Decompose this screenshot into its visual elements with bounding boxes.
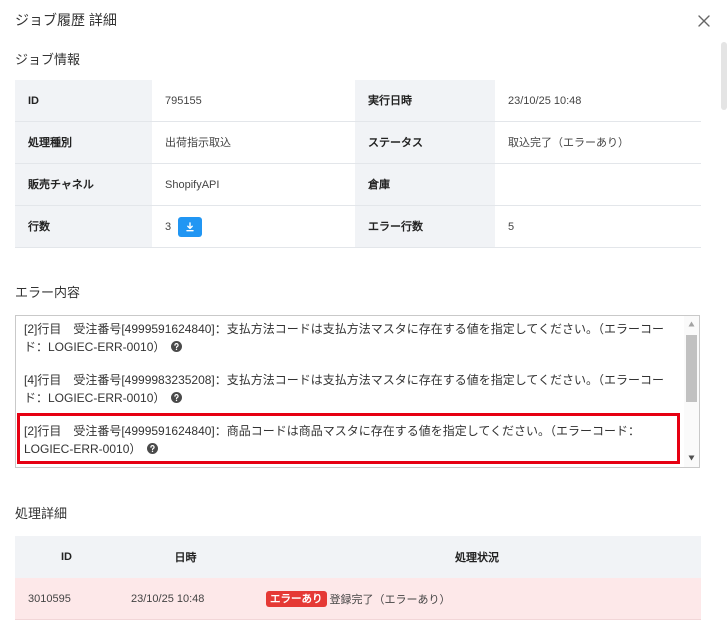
error-message: [2]行目 受注番号[4999591624840]：商品コードは商品マスタに存在… xyxy=(24,424,641,456)
job-info-table: ID 795155 実行日時 23/10/25 10:48 処理種別 出荷指示取… xyxy=(15,80,701,248)
status-text: 登録完了（エラーあり） xyxy=(329,593,451,606)
detail-id-cell: 3010595 xyxy=(15,578,118,620)
dialog-scrollbar-thumb[interactable] xyxy=(721,42,727,110)
dialog-title: ジョブ履歴 詳細 xyxy=(15,12,117,28)
process-type-label: 処理種別 xyxy=(15,121,152,164)
status-value: 取込完了（エラーあり） xyxy=(495,121,701,164)
download-button[interactable] xyxy=(178,216,203,237)
job-info-heading: ジョブ情報 xyxy=(15,52,81,67)
line-count-label: 行数 xyxy=(15,205,152,248)
executed-at-value: 23/10/25 10:48 xyxy=(495,80,701,122)
error-list-box: [2]行目 受注番号[4999591624840]：支払方法コードは支払方法マス… xyxy=(15,315,700,468)
line-count-value: 3 xyxy=(165,220,172,233)
table-row: 3010595 23/10/25 10:48 エラーあり 登録完了（エラーあり） xyxy=(15,578,701,620)
error-badge: エラーあり xyxy=(266,590,327,607)
error-message: [4]行目 受注番号[4999983235208]：支払方法コードは支払方法マス… xyxy=(24,373,665,405)
status-label: ステータス xyxy=(355,121,495,164)
job-info-row: ID 795155 実行日時 23/10/25 10:48 xyxy=(15,80,701,122)
question-circle-icon[interactable] xyxy=(171,392,183,403)
column-header-id: ID xyxy=(15,536,118,578)
job-info-row: 行数 3 エラー行数 5 xyxy=(15,205,701,248)
sales-channel-value: ShopifyAPI xyxy=(152,163,355,206)
job-info-row: 販売チャネル ShopifyAPI 倉庫 xyxy=(15,163,701,206)
sales-channel-label: 販売チャネル xyxy=(15,163,152,206)
error-item: [2]行目 受注番号[4999591624840]：商品コードは商品マスタに存在… xyxy=(17,413,680,464)
question-circle-icon[interactable] xyxy=(171,341,183,352)
process-type-value: 出荷指示取込 xyxy=(152,121,355,164)
executed-at-label: 実行日時 xyxy=(355,80,495,122)
close-icon[interactable] xyxy=(697,14,711,28)
line-count-cell: 3 xyxy=(152,205,355,248)
column-header-status: 処理状況 xyxy=(253,536,701,578)
job-info-row: 処理種別 出荷指示取込 ステータス 取込完了（エラーあり） xyxy=(15,121,701,164)
detail-datetime-cell: 23/10/25 10:48 xyxy=(118,578,253,620)
detail-status-cell: エラーあり 登録完了（エラーあり） xyxy=(253,578,701,620)
error-line-count-label: エラー行数 xyxy=(355,205,495,248)
process-detail-table: ID 日時 処理状況 3010595 23/10/25 10:48 エラーあり登… xyxy=(15,536,701,620)
id-value: 795155 xyxy=(152,80,355,122)
error-line-count-value: 5 xyxy=(495,205,701,248)
error-list-scrollbar[interactable] xyxy=(684,316,699,467)
question-circle-icon[interactable] xyxy=(147,443,159,454)
triangle-up-icon[interactable] xyxy=(688,321,695,327)
job-history-detail-dialog: ジョブ履歴 詳細 ジョブ情報 ID 795155 実行日時 23/10/25 1… xyxy=(0,0,727,635)
error-item: [4]行目 受注番号[4999983235208]：支払方法コードは支払方法マス… xyxy=(24,371,677,407)
warehouse-value xyxy=(495,163,701,206)
process-detail-heading: 処理詳細 xyxy=(15,506,68,521)
warehouse-label: 倉庫 xyxy=(355,163,495,206)
highlight-annotation xyxy=(17,413,680,464)
id-label: ID xyxy=(15,80,152,122)
error-message: [2]行目 受注番号[4999591624840]：支払方法コードは支払方法マス… xyxy=(24,322,665,354)
column-header-datetime: 日時 xyxy=(118,536,253,578)
table-header-row: ID 日時 処理状況 xyxy=(15,536,701,578)
error-list: [2]行目 受注番号[4999591624840]：支払方法コードは支払方法マス… xyxy=(17,320,680,467)
scrollbar-thumb[interactable] xyxy=(686,335,697,402)
error-content-heading: エラー内容 xyxy=(15,285,81,300)
download-icon xyxy=(186,221,194,231)
error-item: [2]行目 受注番号[4999591624840]：支払方法コードは支払方法マス… xyxy=(24,320,677,356)
triangle-down-icon[interactable] xyxy=(688,455,695,461)
